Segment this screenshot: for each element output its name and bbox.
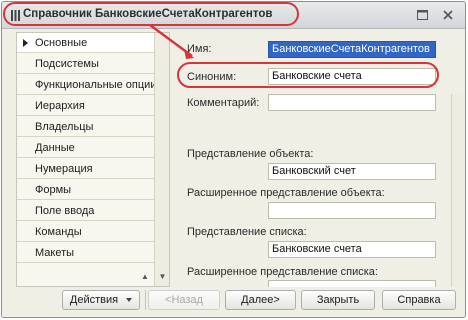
- sidebar-item-label: Формы: [35, 184, 72, 196]
- sidebar-item-label: Поле ввода: [35, 205, 95, 217]
- sidebar-item-label: Макеты: [35, 247, 75, 259]
- sidebar-item-data[interactable]: Данные: [17, 138, 155, 158]
- synonym-label: Синоним:: [187, 71, 237, 83]
- ext-object-repr-field[interactable]: [268, 202, 436, 219]
- scroll-down-icon[interactable]: ▼: [155, 270, 170, 283]
- close-icon[interactable]: [441, 8, 455, 22]
- object-repr-label: Представление объекта:: [187, 148, 314, 160]
- current-marker-icon: [23, 39, 28, 47]
- sidebar-item-label: Основные: [35, 37, 88, 49]
- comment-label: Комментарий:: [187, 97, 260, 109]
- list-repr-field[interactable]: Банковские счета: [268, 241, 436, 258]
- title-bar[interactable]: Справочник БанковскиеСчетаКонтрагентов: [2, 2, 465, 29]
- back-button-label: <Назад: [165, 294, 203, 306]
- actions-button[interactable]: Действия: [62, 290, 140, 310]
- list-repr-label: Представление списка:: [187, 226, 307, 238]
- sidebar-item-label: Команды: [35, 226, 82, 238]
- form-area: Имя: БанковскиеСчетаКонтрагентов Синоним…: [170, 32, 465, 288]
- sidebar-item-subsystems[interactable]: Подсистемы: [17, 54, 155, 74]
- sidebar-item-input-field[interactable]: Поле ввода: [17, 201, 155, 221]
- sidebar-item-label: Данные: [35, 142, 75, 154]
- back-button[interactable]: <Назад: [148, 290, 220, 310]
- name-field[interactable]: БанковскиеСчетаКонтрагентов: [268, 41, 436, 58]
- scroll-up-icon[interactable]: ▲: [138, 270, 152, 283]
- comment-field[interactable]: [268, 94, 436, 111]
- sidebar-item-owners[interactable]: Владельцы: [17, 117, 155, 137]
- window: Справочник БанковскиеСчетаКонтрагентов О…: [1, 1, 466, 318]
- sidebar-item-hierarchy[interactable]: Иерархия: [17, 96, 155, 116]
- name-label: Имя:: [187, 43, 212, 55]
- sidebar-item-label: Владельцы: [35, 121, 94, 133]
- synonym-field[interactable]: Банковские счета: [268, 68, 436, 85]
- object-repr-field[interactable]: Банковский счет: [268, 163, 436, 180]
- next-button-label: Далее>: [241, 294, 280, 306]
- list-icon: [11, 10, 20, 21]
- help-button[interactable]: Справка: [382, 290, 456, 310]
- next-button[interactable]: Далее>: [225, 290, 296, 310]
- toolbar-separator: [145, 290, 146, 310]
- sidebar-item-functional-options[interactable]: Функциональные опции: [17, 75, 157, 95]
- sidebar-item-label: Нумерация: [35, 163, 93, 175]
- sidebar-item-label: Функциональные опции: [35, 79, 157, 91]
- close-button-label: Закрыть: [316, 294, 360, 306]
- sidebar-item-commands[interactable]: Команды: [17, 222, 155, 242]
- help-button-label: Справка: [397, 294, 441, 306]
- close-button[interactable]: Закрыть: [301, 290, 375, 310]
- ext-object-repr-label: Расширенное представление объекта:: [187, 187, 385, 199]
- sidebar-item-templates[interactable]: Макеты: [17, 243, 155, 263]
- sidebar-scrollbar[interactable]: ▼: [154, 33, 169, 286]
- maximize-button[interactable]: [415, 8, 429, 22]
- sidebar-item-numbering[interactable]: Нумерация: [17, 159, 155, 179]
- sidebar-item-label: Подсистемы: [35, 58, 99, 70]
- sidebar-item-main[interactable]: Основные: [17, 33, 155, 53]
- chevron-down-icon: [126, 298, 133, 302]
- sidebar-item-forms[interactable]: Формы: [17, 180, 155, 200]
- sidebar: Основные Подсистемы Функциональные опции…: [16, 32, 170, 287]
- sidebar-item-label: Иерархия: [35, 100, 85, 112]
- actions-button-label: Действия: [69, 294, 119, 306]
- ext-list-repr-label: Расширенное представление списка:: [187, 266, 378, 278]
- window-title: Справочник БанковскиеСчетаКонтрагентов: [23, 8, 273, 20]
- form-scrollbar[interactable]: [451, 94, 464, 287]
